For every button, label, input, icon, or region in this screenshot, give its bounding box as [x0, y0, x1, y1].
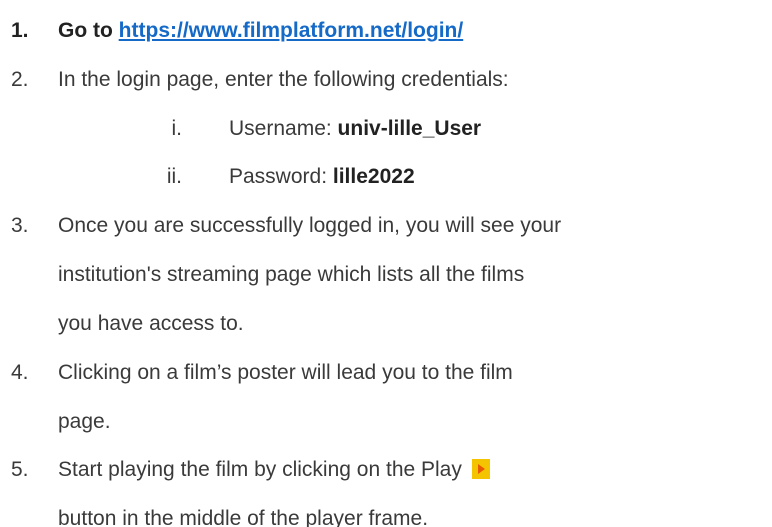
step-text-line: institution's streaming page which lists… — [58, 263, 525, 286]
step-number: 5. — [11, 458, 29, 481]
substep-text: Username: univ-lille_User — [229, 112, 481, 146]
substep-number: i. — [171, 117, 183, 140]
credential-value: lille2022 — [332, 165, 415, 188]
step-text-line: Clicking on a film’s poster will lead yo… — [58, 361, 513, 384]
step-text-line: Start playing the film by clicking on th… — [58, 453, 490, 487]
step-text-line-1: Start playing the film by clicking on th… — [58, 458, 462, 481]
credential-value: univ-lille_User — [337, 117, 482, 140]
step-text-before-link: Go to — [58, 19, 113, 42]
step-text-line: page. — [58, 410, 111, 433]
login-link[interactable]: https://www.filmplatform.net/login/ — [119, 19, 464, 42]
step-text-line: you have access to. — [58, 312, 244, 335]
step-text: In the login page, enter the following c… — [58, 68, 509, 91]
step-number: 3. — [11, 214, 29, 237]
credential-label: Password: — [229, 165, 328, 188]
substep-number: ii. — [166, 165, 182, 188]
step-number: 4. — [11, 361, 29, 384]
step-text: Go to https://www.filmplatform.net/login… — [58, 14, 463, 48]
step-text-line-2: button in the middle of the player frame… — [58, 507, 429, 527]
step-number: 1. — [11, 19, 29, 42]
step-text-line: Once you are successfully logged in, you… — [58, 214, 562, 237]
credential-label: Username: — [229, 117, 332, 140]
play-icon — [471, 459, 490, 479]
step-number: 2. — [11, 68, 29, 91]
instructions-document: 1. Go to https://www.filmplatform.net/lo… — [0, 0, 772, 527]
substep-text: Password: lille2022 — [229, 160, 415, 194]
